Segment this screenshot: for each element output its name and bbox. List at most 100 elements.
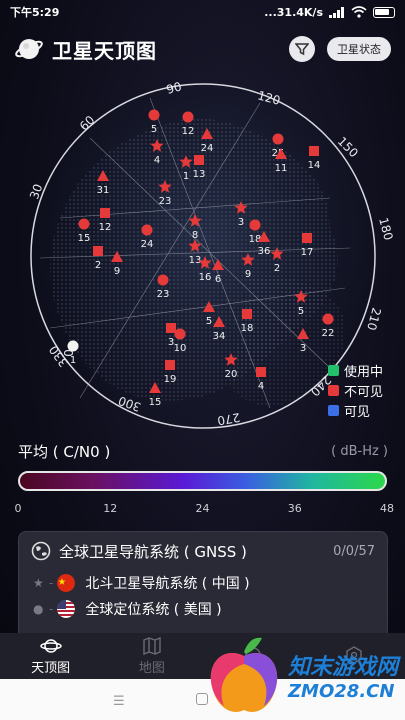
globe-icon [31, 541, 51, 561]
menu-icon[interactable]: ☰ [113, 694, 125, 709]
satellite-id-label: 36 [258, 246, 271, 257]
satellite-circle-icon [67, 340, 79, 352]
satellite-id-label: 18 [241, 323, 254, 334]
satellite-id-label: 11 [275, 163, 288, 174]
satellite-circle-icon [272, 133, 284, 145]
gnss-header[interactable]: 全球卫星导航系统 ( GNSS ) 0/0/57 [19, 532, 387, 570]
satellite-circle-icon [174, 328, 186, 340]
circle-marker-icon: ● [33, 602, 44, 616]
legend-in-use: 使用中 [328, 360, 383, 380]
satellite-id-label: 24 [201, 143, 214, 154]
gnss-count: 0/0/57 [333, 543, 375, 559]
battery-icon [373, 6, 395, 18]
satellite-id-label: 2 [95, 260, 101, 271]
system-row-beidou[interactable]: ★ - 北斗卫星导航系统 ( 中国 ) [19, 570, 387, 596]
planet-icon [39, 638, 62, 653]
cn0-tick-label: 24 [195, 502, 210, 515]
cn0-ticks: 0 12 24 36 48 [14, 502, 395, 516]
system-name: 北斗卫星导航系统 ( 中国 ) [85, 576, 250, 592]
dash-divider: - [49, 576, 54, 590]
cn0-title: 平均 ( C/N0 ) [18, 442, 111, 461]
satellite-id-label: 15 [149, 397, 162, 408]
satellite-id-label: 9 [245, 269, 251, 280]
legend-visible: 可见 [328, 400, 383, 420]
status-legend: 使用中 不可见 可见 [328, 360, 383, 420]
cn0-gradient-bar [18, 471, 387, 491]
satellite-circle-icon [78, 218, 90, 230]
cn0-tick-label: 48 [380, 502, 394, 515]
filter-button[interactable] [289, 36, 315, 62]
star-marker-icon: ★ [33, 576, 44, 590]
page-title: 卫星天顶图 [52, 38, 157, 63]
satellite-id-label: 22 [322, 328, 335, 339]
satellite-id-label: 3 [300, 343, 306, 354]
watermark: 知末游戏网 ZMO28.CN [204, 632, 405, 717]
satellite-id-label: 31 [97, 185, 110, 196]
satellite-id-label: 4 [258, 381, 264, 392]
satellite-id-label: 24 [141, 239, 154, 250]
satellite-id-label: 10 [174, 343, 187, 354]
gnss-card[interactable]: 全球卫星导航系统 ( GNSS ) 0/0/57 ★ - 北斗卫星导航系统 ( … [18, 531, 388, 641]
signal-icon [329, 6, 344, 18]
tab-map[interactable]: 地图 [101, 633, 202, 679]
tab-sky-view[interactable]: 天顶图 [0, 633, 101, 679]
cn0-header: 平均 ( C/N0 ) ( dB-Hz ) [18, 440, 388, 462]
satellite-id-label: 14 [308, 160, 321, 171]
satellite-id-label: 12 [182, 126, 195, 137]
satellite-id-label: 9 [114, 266, 120, 277]
status-time: 下午5:29 [10, 6, 60, 19]
satellite-circle-icon [157, 274, 169, 286]
satellite-square-icon [194, 155, 204, 165]
map-icon [143, 636, 161, 655]
satellite-id-label: 2 [274, 263, 280, 274]
status-bar: 下午5:29 ...31.4K/s [0, 0, 405, 24]
satellite-id-label: 23 [159, 196, 172, 207]
satellite-square-icon [242, 309, 252, 319]
satellite-id-label: 23 [157, 289, 170, 300]
filter-icon [295, 43, 309, 56]
cn0-tick-label: 0 [14, 502, 22, 515]
satellite-id-label: 16 [199, 272, 212, 283]
satellite-id-label: 17 [301, 247, 314, 258]
system-name: 全球定位系统 ( 美国 ) [85, 602, 222, 618]
cn0-tick-label: 36 [287, 502, 302, 515]
legend-swatch [328, 404, 339, 416]
wifi-icon [351, 6, 367, 18]
satellite-circle-icon [148, 109, 160, 121]
satellite-square-icon [165, 360, 175, 370]
satellite-id-label: 34 [213, 331, 226, 342]
satellite-id-label: 6 [215, 274, 221, 285]
china-flag-icon [57, 574, 76, 592]
satellite-id-label: 12 [99, 222, 112, 233]
satellite-circle-icon [141, 224, 153, 236]
legend-swatch [328, 384, 339, 396]
satellite-id-label: 1 [70, 355, 76, 366]
satellite-id-label: 5 [206, 316, 212, 327]
satellite-id-label: 1 [183, 171, 189, 182]
satellite-id-label: 15 [78, 233, 91, 244]
satellite-square-icon [309, 146, 319, 156]
satellite-square-icon [93, 246, 103, 256]
cn0-tick-label: 12 [103, 502, 118, 515]
apple-logo-icon [210, 637, 278, 712]
satellite-square-icon [302, 233, 312, 243]
watermark-url: ZMO28.CN [288, 681, 395, 702]
satellite-id-label: 20 [225, 369, 238, 380]
satellite-status-button[interactable]: 卫星状态 [327, 37, 391, 61]
net-speed: ...31.4K/s [264, 5, 323, 19]
satellite-id-label: 5 [151, 124, 157, 135]
satellite-circle-icon [322, 313, 334, 325]
azimuth-label-180: 180 [376, 216, 395, 242]
satellite-id-label: 5 [298, 306, 304, 317]
satellite-id-label: 13 [193, 169, 206, 180]
satellite-square-icon [256, 367, 266, 377]
usa-flag-icon [57, 600, 76, 618]
satellite-id-label: 3 [238, 217, 244, 228]
satellite-square-icon [166, 323, 176, 333]
system-row-gps[interactable]: ● - 全球定位系统 ( 美国 ) [19, 596, 387, 622]
cn0-unit: ( dB-Hz ) [331, 443, 388, 459]
satellite-id-label: 4 [154, 155, 160, 166]
app-header: 卫星天顶图 卫星状态 [0, 32, 405, 66]
satellite-id-label: 13 [189, 255, 202, 266]
satellite-circle-icon [249, 219, 261, 231]
